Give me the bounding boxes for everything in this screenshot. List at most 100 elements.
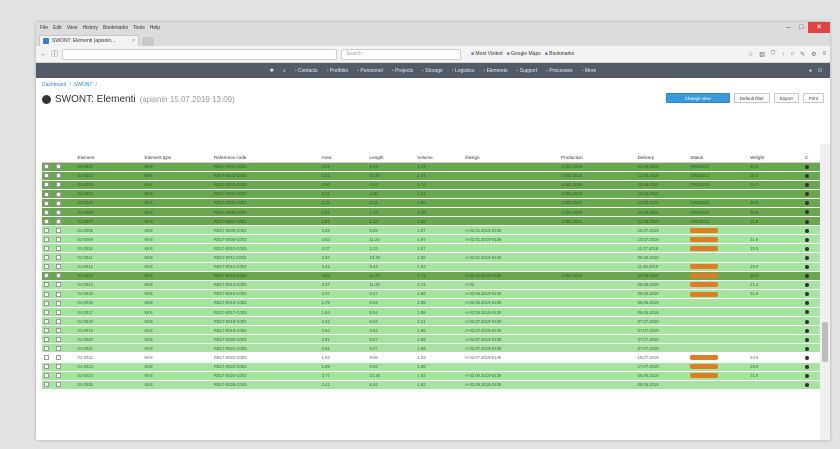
download-icon[interactable]: ↓ <box>781 51 784 58</box>
select-all-header[interactable] <box>42 144 54 163</box>
row-menu-cell[interactable] <box>803 343 820 354</box>
row-edit-cell[interactable] <box>53 298 76 309</box>
menu-item[interactable]: Bookmarks <box>103 25 128 31</box>
row-edit-cell[interactable] <box>53 289 76 299</box>
logout-icon[interactable]: ⏻ <box>818 68 822 74</box>
search-input[interactable]: Search <box>341 48 461 60</box>
table-row[interactable]: 01-0025 KKE RB17-0025-C003 3.41 8.44 1.92 A-02… <box>42 380 820 390</box>
row-checkbox-cell[interactable] <box>42 352 54 363</box>
row-menu-icon[interactable] <box>805 274 810 279</box>
menu-item[interactable]: Help <box>150 25 160 31</box>
row-menu-cell[interactable] <box>803 252 820 263</box>
row-menu-icon[interactable] <box>805 374 810 379</box>
row-checkbox-cell[interactable] <box>42 189 54 199</box>
library-icon[interactable]: ▥ <box>759 51 765 58</box>
row-edit-cell[interactable] <box>53 343 76 354</box>
user-icon[interactable]: ● <box>809 68 812 74</box>
row-edit-cell[interactable] <box>53 262 76 272</box>
row-checkbox[interactable] <box>44 255 49 261</box>
close-icon[interactable]: ✕ <box>808 22 830 33</box>
row-edit-cell[interactable] <box>53 325 76 336</box>
back-icon[interactable]: ← <box>40 51 47 58</box>
new-tab-button[interactable] <box>142 37 154 46</box>
table-row[interactable]: 01-0014 KKE RB17-0014-C003 3.37 11.20 1.74 A-0… <box>42 280 820 290</box>
row-menu-icon[interactable] <box>805 301 810 306</box>
row-checkbox-cell[interactable] <box>42 280 54 290</box>
row-edit-cell[interactable] <box>53 180 76 190</box>
breadcrumb-item[interactable]: Dashboard <box>42 82 66 88</box>
row-edit-cell[interactable] <box>53 198 76 208</box>
column-header[interactable]: Area <box>319 144 368 163</box>
vertical-scrollbar[interactable] <box>820 144 830 440</box>
row-checkbox-cell[interactable] <box>42 180 54 190</box>
hamburger-icon[interactable]: ≡ <box>822 51 826 58</box>
edit-icon[interactable] <box>55 191 61 197</box>
home-icon[interactable]: ⌂ <box>790 51 794 58</box>
row-edit-cell[interactable] <box>53 234 76 245</box>
row-checkbox[interactable] <box>44 218 49 224</box>
element-link[interactable]: 01-0011 <box>75 252 143 263</box>
row-menu-icon[interactable] <box>805 237 810 242</box>
column-header[interactable]: Volume <box>415 144 464 163</box>
row-checkbox-cell[interactable] <box>42 371 54 381</box>
row-menu-icon[interactable] <box>805 201 810 206</box>
row-menu-cell[interactable] <box>803 171 820 181</box>
edit-icon[interactable] <box>55 309 61 315</box>
edit-icon[interactable] <box>55 227 61 233</box>
edit-icon[interactable] <box>55 255 61 261</box>
row-checkbox[interactable] <box>44 373 49 379</box>
bookmark-item[interactable]: Most Visited <box>471 51 502 57</box>
row-menu-cell[interactable] <box>803 271 820 281</box>
row-menu-cell[interactable] <box>803 216 820 227</box>
app-logo-icon[interactable]: ✱ <box>270 68 274 74</box>
row-checkbox-cell[interactable] <box>42 207 54 218</box>
row-menu-icon[interactable] <box>805 292 810 297</box>
row-edit-cell[interactable] <box>53 280 76 290</box>
row-menu-cell[interactable] <box>803 289 820 299</box>
edit-icon[interactable] <box>55 364 61 370</box>
menu-item[interactable]: View <box>67 25 78 31</box>
row-checkbox[interactable] <box>44 327 49 333</box>
row-checkbox-cell[interactable] <box>42 252 54 263</box>
element-link[interactable]: 01-0007 <box>75 216 143 227</box>
element-link[interactable]: 01-0020 <box>75 334 143 345</box>
element-link[interactable]: 01-0022 <box>75 352 143 363</box>
row-menu-cell[interactable] <box>803 371 820 381</box>
edit-icon[interactable] <box>55 282 61 288</box>
row-checkbox[interactable] <box>44 236 49 242</box>
row-edit-cell[interactable] <box>53 380 76 390</box>
edit-icon[interactable] <box>55 236 61 242</box>
nav-item[interactable]: Storage <box>422 68 443 74</box>
element-link[interactable]: 01-0010 <box>75 243 143 254</box>
element-link[interactable]: 01-0015 <box>75 289 143 299</box>
row-edit-cell[interactable] <box>53 243 76 254</box>
table-row[interactable]: 01-0023 KKE RB17-0023-C003 1.89 8.04 1.88 17.0… <box>42 362 820 372</box>
row-checkbox-cell[interactable] <box>42 225 54 236</box>
element-link[interactable]: 01-0017 <box>75 307 143 318</box>
row-checkbox-cell[interactable] <box>42 234 54 245</box>
search-icon[interactable]: ⌕ <box>283 68 286 74</box>
row-checkbox-cell[interactable] <box>42 343 54 354</box>
column-header[interactable]: C <box>803 144 820 163</box>
element-link[interactable]: 01-0009 <box>75 234 143 245</box>
row-checkbox[interactable] <box>44 318 49 324</box>
edit-icon[interactable] <box>55 373 61 379</box>
element-link[interactable]: 01-0003 <box>75 180 143 190</box>
row-menu-cell[interactable] <box>803 298 820 309</box>
menu-item[interactable]: File <box>40 25 48 31</box>
table-row[interactable]: 01-0015 KKE RB17-0015-C003 3.37 8.47 1.88 A-02… <box>42 289 820 299</box>
row-menu-cell[interactable] <box>803 162 820 172</box>
edit-icon[interactable] <box>55 209 61 215</box>
row-menu-icon[interactable] <box>805 164 810 169</box>
table-row[interactable]: 01-0024 KKE RB17-0024-C003 3.77 10.20 1.93 A-0… <box>42 371 820 381</box>
edit-icon[interactable] <box>55 382 61 388</box>
edit-icon[interactable] <box>55 264 61 270</box>
row-checkbox[interactable] <box>44 291 49 297</box>
table-row[interactable]: 01-0002 KKE RB17-0002-C003 2.41 11.20 1.74 1.0… <box>42 171 820 181</box>
row-menu-icon[interactable] <box>805 310 810 315</box>
row-menu-icon[interactable] <box>805 328 810 333</box>
edit-icon[interactable] <box>55 300 61 306</box>
info-icon[interactable]: ⓘ <box>51 49 58 59</box>
table-row[interactable]: 01-0018 KKE RB17-0018-C003 3.42 8.04 1.21 A-02… <box>42 316 820 327</box>
edit-icon[interactable] <box>55 346 61 352</box>
